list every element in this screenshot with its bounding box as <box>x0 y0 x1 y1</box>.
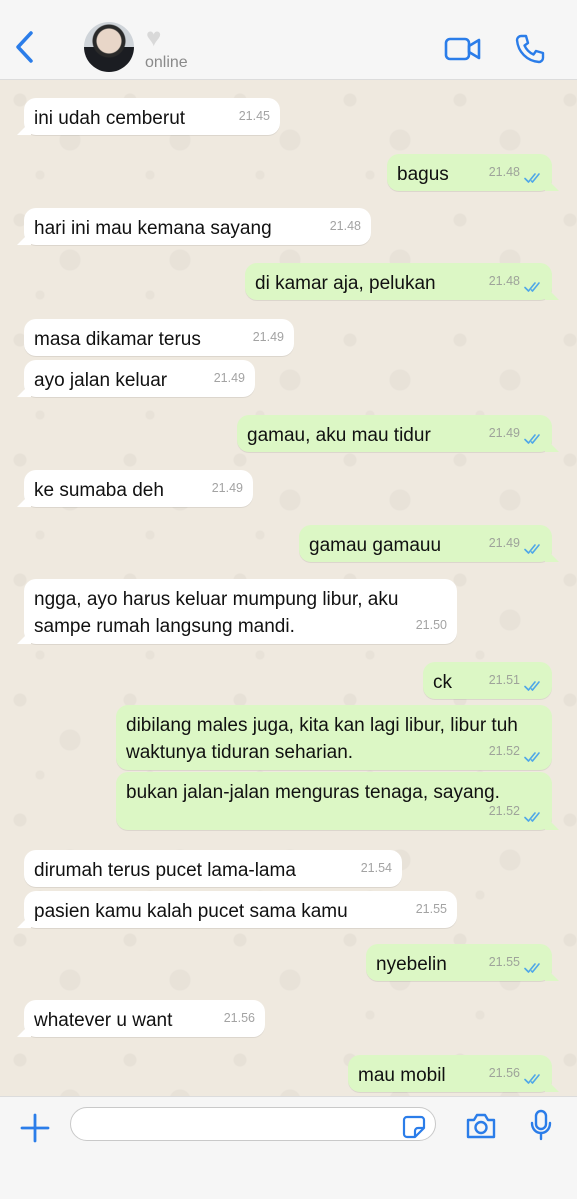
message-time: 21.51 <box>488 673 520 687</box>
message-meta: 21.48 <box>489 159 542 186</box>
message-meta: 21.49 <box>212 475 243 502</box>
incoming-message[interactable]: pasien kamu kalah pucet sama kamu 21.55 <box>24 891 457 928</box>
message-time: 21.56 <box>223 1011 255 1025</box>
message-meta: 21.48 <box>489 268 542 295</box>
avatar[interactable] <box>84 22 134 72</box>
message-time: 21.55 <box>488 955 520 969</box>
message-meta: 21.56 <box>489 1060 542 1087</box>
incoming-message[interactable]: ke sumaba deh 21.49 <box>24 470 253 507</box>
message-time: 21.52 <box>488 744 520 758</box>
message-time: 21.49 <box>488 426 520 440</box>
message-time: 21.49 <box>488 536 520 550</box>
chevron-left-icon[interactable] <box>14 30 36 69</box>
incoming-message[interactable]: whatever u want 21.56 <box>24 1000 265 1037</box>
read-ticks-icon <box>524 276 542 292</box>
incoming-message[interactable]: ngga, ayo harus keluar mumpung libur, ak… <box>24 579 457 644</box>
incoming-message[interactable]: masa dikamar terus 21.49 <box>24 319 294 356</box>
incoming-message[interactable]: hari ini mau kemana sayang 21.48 <box>24 208 371 245</box>
message-time: 21.48 <box>329 219 361 233</box>
message-meta: 21.52 <box>489 738 542 765</box>
message-time: 21.49 <box>213 371 245 385</box>
incoming-message[interactable]: ini udah cemberut 21.45 <box>24 98 280 135</box>
message-time: 21.45 <box>238 109 270 123</box>
message-meta: 21.56 <box>224 1005 255 1032</box>
message-text: hari ini mau kemana sayang <box>34 218 272 239</box>
camera-icon[interactable] <box>465 1112 497 1145</box>
outgoing-message[interactable]: bukan jalan-jalan menguras tenaga, sayan… <box>116 772 552 830</box>
message-time: 21.52 <box>488 804 520 818</box>
message-text: whatever u want <box>34 1010 173 1031</box>
message-meta: 21.54 <box>361 855 392 882</box>
message-text: bukan jalan-jalan menguras tenaga, sayan… <box>126 782 500 803</box>
message-meta: 21.49 <box>489 530 542 557</box>
message-time: 21.49 <box>252 330 284 344</box>
message-time: 21.49 <box>211 481 243 495</box>
heart-icon: ♥ <box>146 22 162 52</box>
outgoing-message[interactable]: dibilang males juga, kita kan lagi libur… <box>116 705 552 770</box>
message-text: masa dikamar terus <box>34 329 201 350</box>
message-time: 21.48 <box>488 165 520 179</box>
read-ticks-icon <box>524 957 542 973</box>
message-input[interactable] <box>70 1107 436 1141</box>
message-meta: 21.55 <box>416 896 447 923</box>
message-meta: 21.55 <box>489 949 542 976</box>
read-ticks-icon <box>524 538 542 554</box>
message-meta: 21.49 <box>489 420 542 447</box>
video-camera-icon[interactable] <box>444 36 482 67</box>
contact-status: online <box>145 54 188 71</box>
outgoing-message[interactable]: bagus 21.48 <box>387 154 552 191</box>
message-meta: 21.52 <box>489 798 542 825</box>
chat-header: ♥ online <box>0 0 577 80</box>
message-text: ngga, ayo harus keluar mumpung libur, ak… <box>34 589 399 637</box>
outgoing-message[interactable]: gamau gamauu 21.49 <box>299 525 552 562</box>
message-meta: 21.50 <box>416 612 447 639</box>
message-text: ini udah cemberut <box>34 108 186 129</box>
read-ticks-icon <box>524 746 542 762</box>
message-text: dirumah terus pucet lama-lama <box>34 860 296 881</box>
message-text: dibilang males juga, kita kan lagi libur… <box>126 715 518 763</box>
outgoing-message[interactable]: nyebelin 21.55 <box>366 944 552 981</box>
message-meta: 21.49 <box>253 324 284 351</box>
sticker-icon[interactable] <box>402 1115 426 1144</box>
read-ticks-icon <box>524 1068 542 1084</box>
microphone-icon[interactable] <box>530 1109 552 1146</box>
message-meta: 21.45 <box>239 103 270 130</box>
message-meta: 21.49 <box>214 365 245 392</box>
message-time: 21.48 <box>488 274 520 288</box>
message-text: pasien kamu kalah pucet sama kamu <box>34 901 348 922</box>
message-list[interactable]: ini udah cemberut 21.45 bagus 21.48 hari ini… <box>0 80 577 1096</box>
incoming-message[interactable]: ayo jalan keluar 21.49 <box>24 360 255 397</box>
outgoing-message[interactable]: gamau, aku mau tidur 21.49 <box>237 415 552 452</box>
phone-icon[interactable] <box>514 33 546 70</box>
read-ticks-icon <box>524 167 542 183</box>
read-ticks-icon <box>524 675 542 691</box>
message-time: 21.50 <box>415 618 447 632</box>
outgoing-message[interactable]: mau mobil 21.56 <box>348 1055 552 1092</box>
message-meta: 21.48 <box>330 213 361 240</box>
outgoing-message[interactable]: ck 21.51 <box>423 662 552 699</box>
plus-icon[interactable] <box>20 1113 50 1148</box>
input-bar <box>0 1096 577 1199</box>
read-ticks-icon <box>524 806 542 822</box>
outgoing-message[interactable]: di kamar aja, pelukan 21.48 <box>245 263 552 300</box>
message-time: 21.55 <box>415 902 447 916</box>
incoming-message[interactable]: dirumah terus pucet lama-lama 21.54 <box>24 850 402 887</box>
message-time: 21.56 <box>488 1066 520 1080</box>
message-time: 21.54 <box>360 861 392 875</box>
read-ticks-icon <box>524 428 542 444</box>
message-meta: 21.51 <box>489 667 542 694</box>
